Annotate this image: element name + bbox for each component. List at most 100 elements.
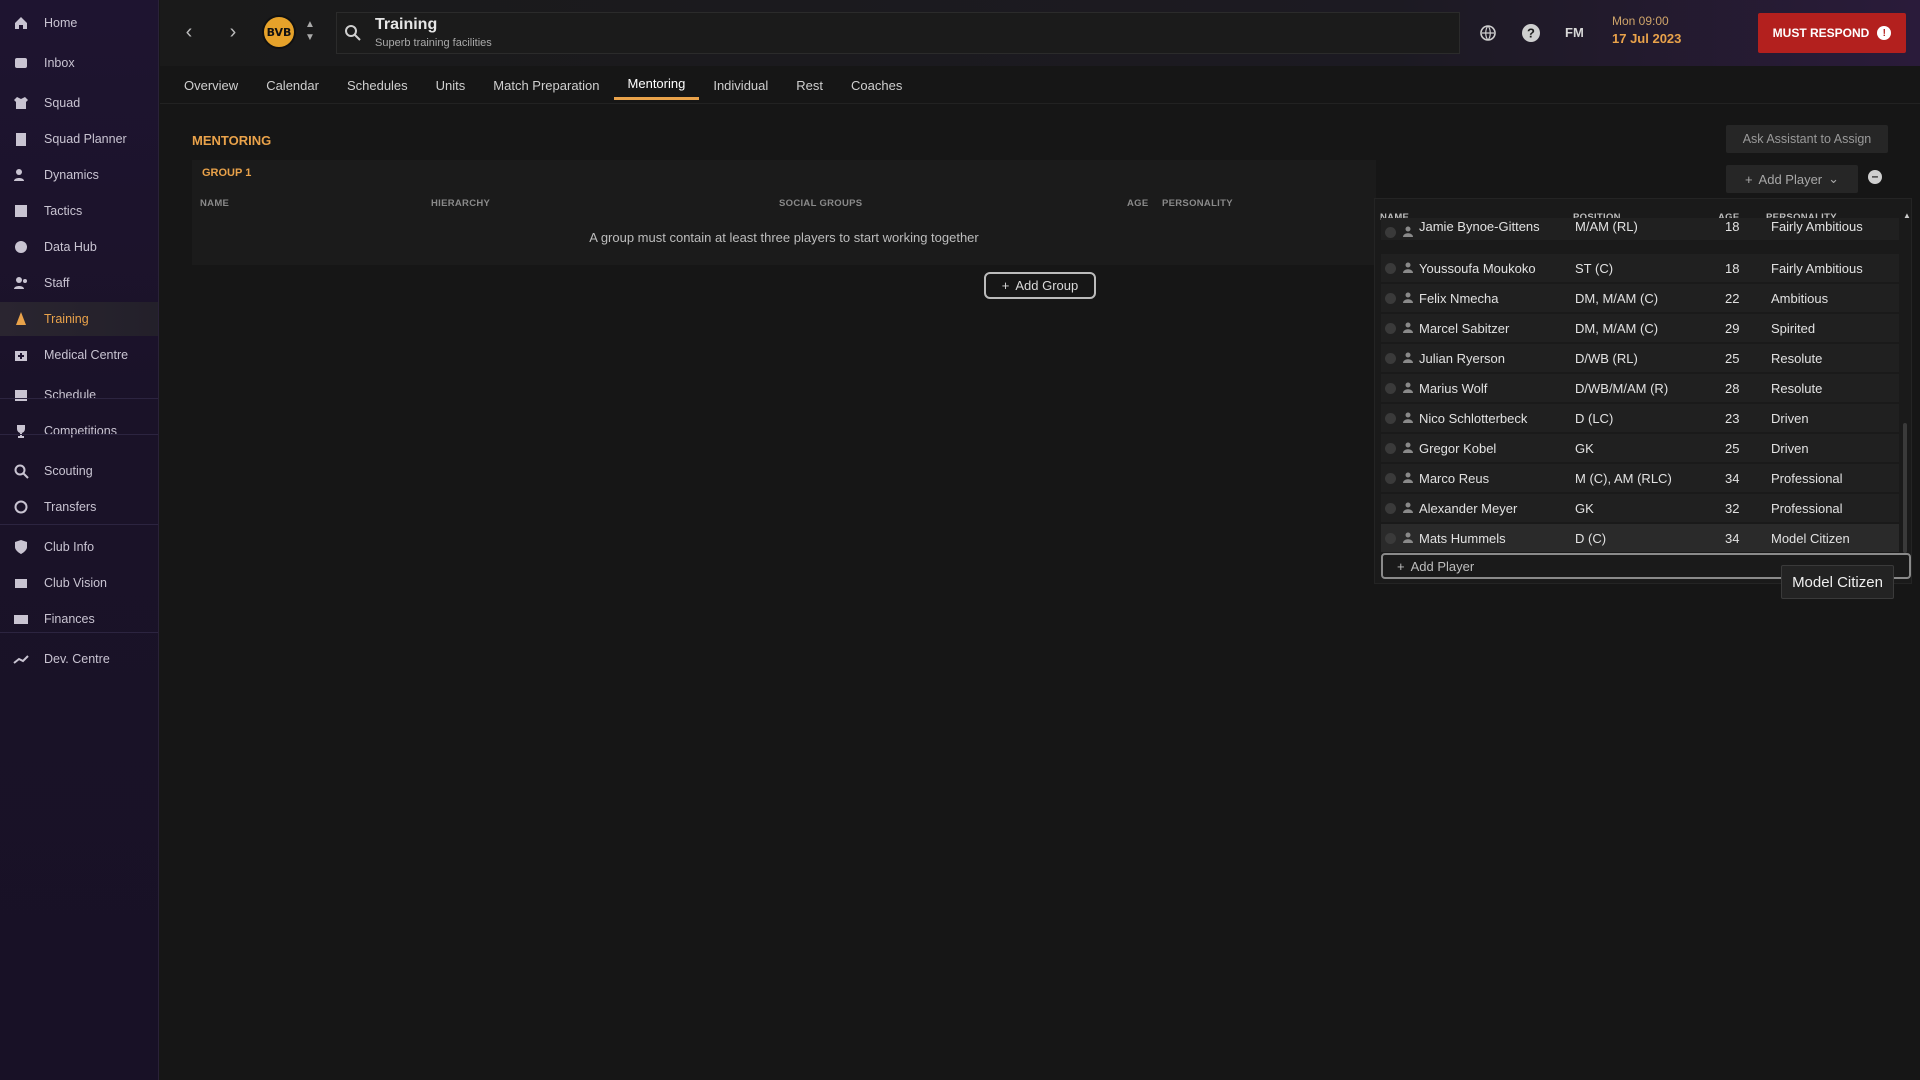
sidebar-item-tactics[interactable]: Tactics [0,194,158,228]
sidebar-item-dynamics[interactable]: Dynamics [0,158,158,192]
player-age: 25 [1725,351,1740,366]
sidebar-item-club-vision[interactable]: Club Vision [0,566,158,600]
player-age: 28 [1725,381,1740,396]
sidebar-item-home[interactable]: Home [0,6,158,40]
tab-calendar[interactable]: Calendar [252,70,333,100]
sidebar-item-training[interactable]: Training [0,302,158,336]
tab-overview[interactable]: Overview [170,70,252,100]
player-personality: Driven [1771,441,1809,456]
calendar-icon [12,386,30,404]
fm-menu-button[interactable]: FM [1565,25,1584,40]
select-checkbox[interactable] [1385,323,1396,334]
help-icon[interactable]: ? [1520,22,1542,44]
player-row[interactable]: Felix Nmecha DM, M/AM (C) 22 Ambitious [1381,284,1899,312]
sidebar-item-squad[interactable]: Squad [0,86,158,120]
sidebar-item-label: Training [44,312,89,326]
tab-schedules[interactable]: Schedules [333,70,422,100]
staff-icon [12,274,30,292]
player-personality: Resolute [1771,381,1823,396]
sidebar-item-competitions[interactable]: Competitions [0,414,158,448]
sidebar-item-schedule[interactable]: Schedule [0,378,158,412]
player-row[interactable]: Gregor Kobel GK 25 Driven [1381,434,1899,462]
tab-rest[interactable]: Rest [782,70,837,100]
select-checkbox[interactable] [1385,413,1396,424]
dropdown-scrollbar[interactable] [1903,423,1907,553]
player-row[interactable]: Alexander Meyer GK 32 Professional [1381,494,1899,522]
search-icon[interactable] [344,24,362,42]
player-row[interactable]: Nico Schlotterbeck D (LC) 23 Driven [1381,404,1899,432]
player-row[interactable]: Julian Ryerson D/WB (RL) 25 Resolute [1381,344,1899,372]
sidebar-item-scouting[interactable]: Scouting [0,454,158,488]
sidebar-item-staff[interactable]: Staff [0,266,158,300]
add-player-dropdown-button[interactable]: + Add Player ⌄ [1726,165,1858,193]
forward-arrow-icon[interactable]: › [222,20,244,44]
column-header-personality[interactable]: PERSONALITY [1162,198,1233,209]
club-switch-icon[interactable]: ▲ ▼ [304,18,316,46]
group-empty-message: A group must contain at least three play… [589,230,979,245]
column-header-hierarchy[interactable]: HIERARCHY [431,198,490,209]
column-header-name[interactable]: NAME [200,198,229,209]
player-row[interactable]: Youssoufa Moukoko ST (C) 18 Fairly Ambitiou… [1381,254,1899,282]
sidebar-item-transfers[interactable]: Transfers [0,490,158,524]
tab-coaches[interactable]: Coaches [837,70,916,100]
sidebar-item-data-hub[interactable]: Data Hub [0,230,158,264]
player-name[interactable]: Mats Hummels [1419,531,1506,546]
player-name[interactable]: Julian Ryerson [1419,351,1505,366]
tab-units[interactable]: Units [422,70,480,100]
player-age: 18 [1725,261,1740,276]
player-row[interactable]: Marcel Sabitzer DM, M/AM (C) 29 Spirited [1381,314,1899,342]
sort-arrow-icon[interactable]: ▲ [1903,211,1911,220]
cone-icon [12,310,30,328]
must-respond-label: MUST RESPOND [1772,26,1870,40]
player-name[interactable]: Marius Wolf [1419,381,1487,396]
player-name[interactable]: Gregor Kobel [1419,441,1496,456]
sidebar-item-medical-centre[interactable]: Medical Centre [0,338,158,372]
sidebar-divider [0,632,158,633]
add-group-button[interactable]: + Add Group [984,272,1096,299]
select-checkbox[interactable] [1385,263,1396,274]
player-row[interactable]: Marco Reus M (C), AM (RLC) 34 Professional [1381,464,1899,492]
sidebar-item-dev-centre[interactable]: Dev. Centre [0,642,158,676]
player-name[interactable]: Felix Nmecha [1419,291,1498,306]
select-checkbox[interactable] [1385,383,1396,394]
globe-icon[interactable] [1477,22,1499,44]
sidebar-item-finances[interactable]: Finances [0,602,158,636]
sidebar-item-squad-planner[interactable]: Squad Planner [0,122,158,156]
select-checkbox[interactable] [1385,503,1396,514]
select-checkbox[interactable] [1385,473,1396,484]
alert-icon: ! [1877,26,1892,40]
player-row[interactable]: Jamie Bynoe-Gittens M/AM (RL) 18 Fairly Amb… [1381,218,1899,240]
remove-group-icon[interactable]: – [1868,170,1882,184]
column-header-age[interactable]: AGE [1127,198,1149,209]
tab-mentoring[interactable]: Mentoring [613,70,700,100]
people-icon [12,166,30,184]
tab-individual[interactable]: Individual [699,70,782,100]
sidebar-item-inbox[interactable]: Inbox [0,46,158,80]
tab-match-preparation[interactable]: Match Preparation [479,70,613,100]
select-checkbox[interactable] [1385,293,1396,304]
player-row[interactable]: Marius Wolf D/WB/M/AM (R) 28 Resolute [1381,374,1899,402]
player-name[interactable]: Jamie Bynoe-Gittens [1419,219,1540,234]
sidebar-item-label: Transfers [44,500,97,514]
sidebar-item-club-info[interactable]: Club Info [0,530,158,564]
page-search-box[interactable] [336,12,1460,54]
player-name[interactable]: Alexander Meyer [1419,501,1517,516]
must-respond-button[interactable]: MUST RESPOND ! [1758,13,1906,53]
player-name[interactable]: Nico Schlotterbeck [1419,411,1527,426]
continue-date[interactable]: Mon 09:00 17 Jul 2023 [1612,14,1742,54]
player-age: 32 [1725,501,1740,516]
ask-assistant-button[interactable]: Ask Assistant to Assign [1726,125,1888,153]
player-name[interactable]: Marcel Sabitzer [1419,321,1509,336]
select-checkbox[interactable] [1385,443,1396,454]
select-checkbox[interactable] [1385,227,1396,238]
shirt-icon [12,94,30,112]
column-header-social-groups[interactable]: SOCIAL GROUPS [779,198,862,209]
player-name[interactable]: Youssoufa Moukoko [1419,261,1536,276]
back-arrow-icon[interactable]: ‹ [178,20,200,44]
club-badge[interactable]: BVB [262,15,296,49]
player-row[interactable]: Mats Hummels D (C) 34 Model Citizen [1381,524,1899,552]
sidebar-item-label: Squad [44,96,81,110]
select-checkbox[interactable] [1385,533,1396,544]
select-checkbox[interactable] [1385,353,1396,364]
player-name[interactable]: Marco Reus [1419,471,1489,486]
